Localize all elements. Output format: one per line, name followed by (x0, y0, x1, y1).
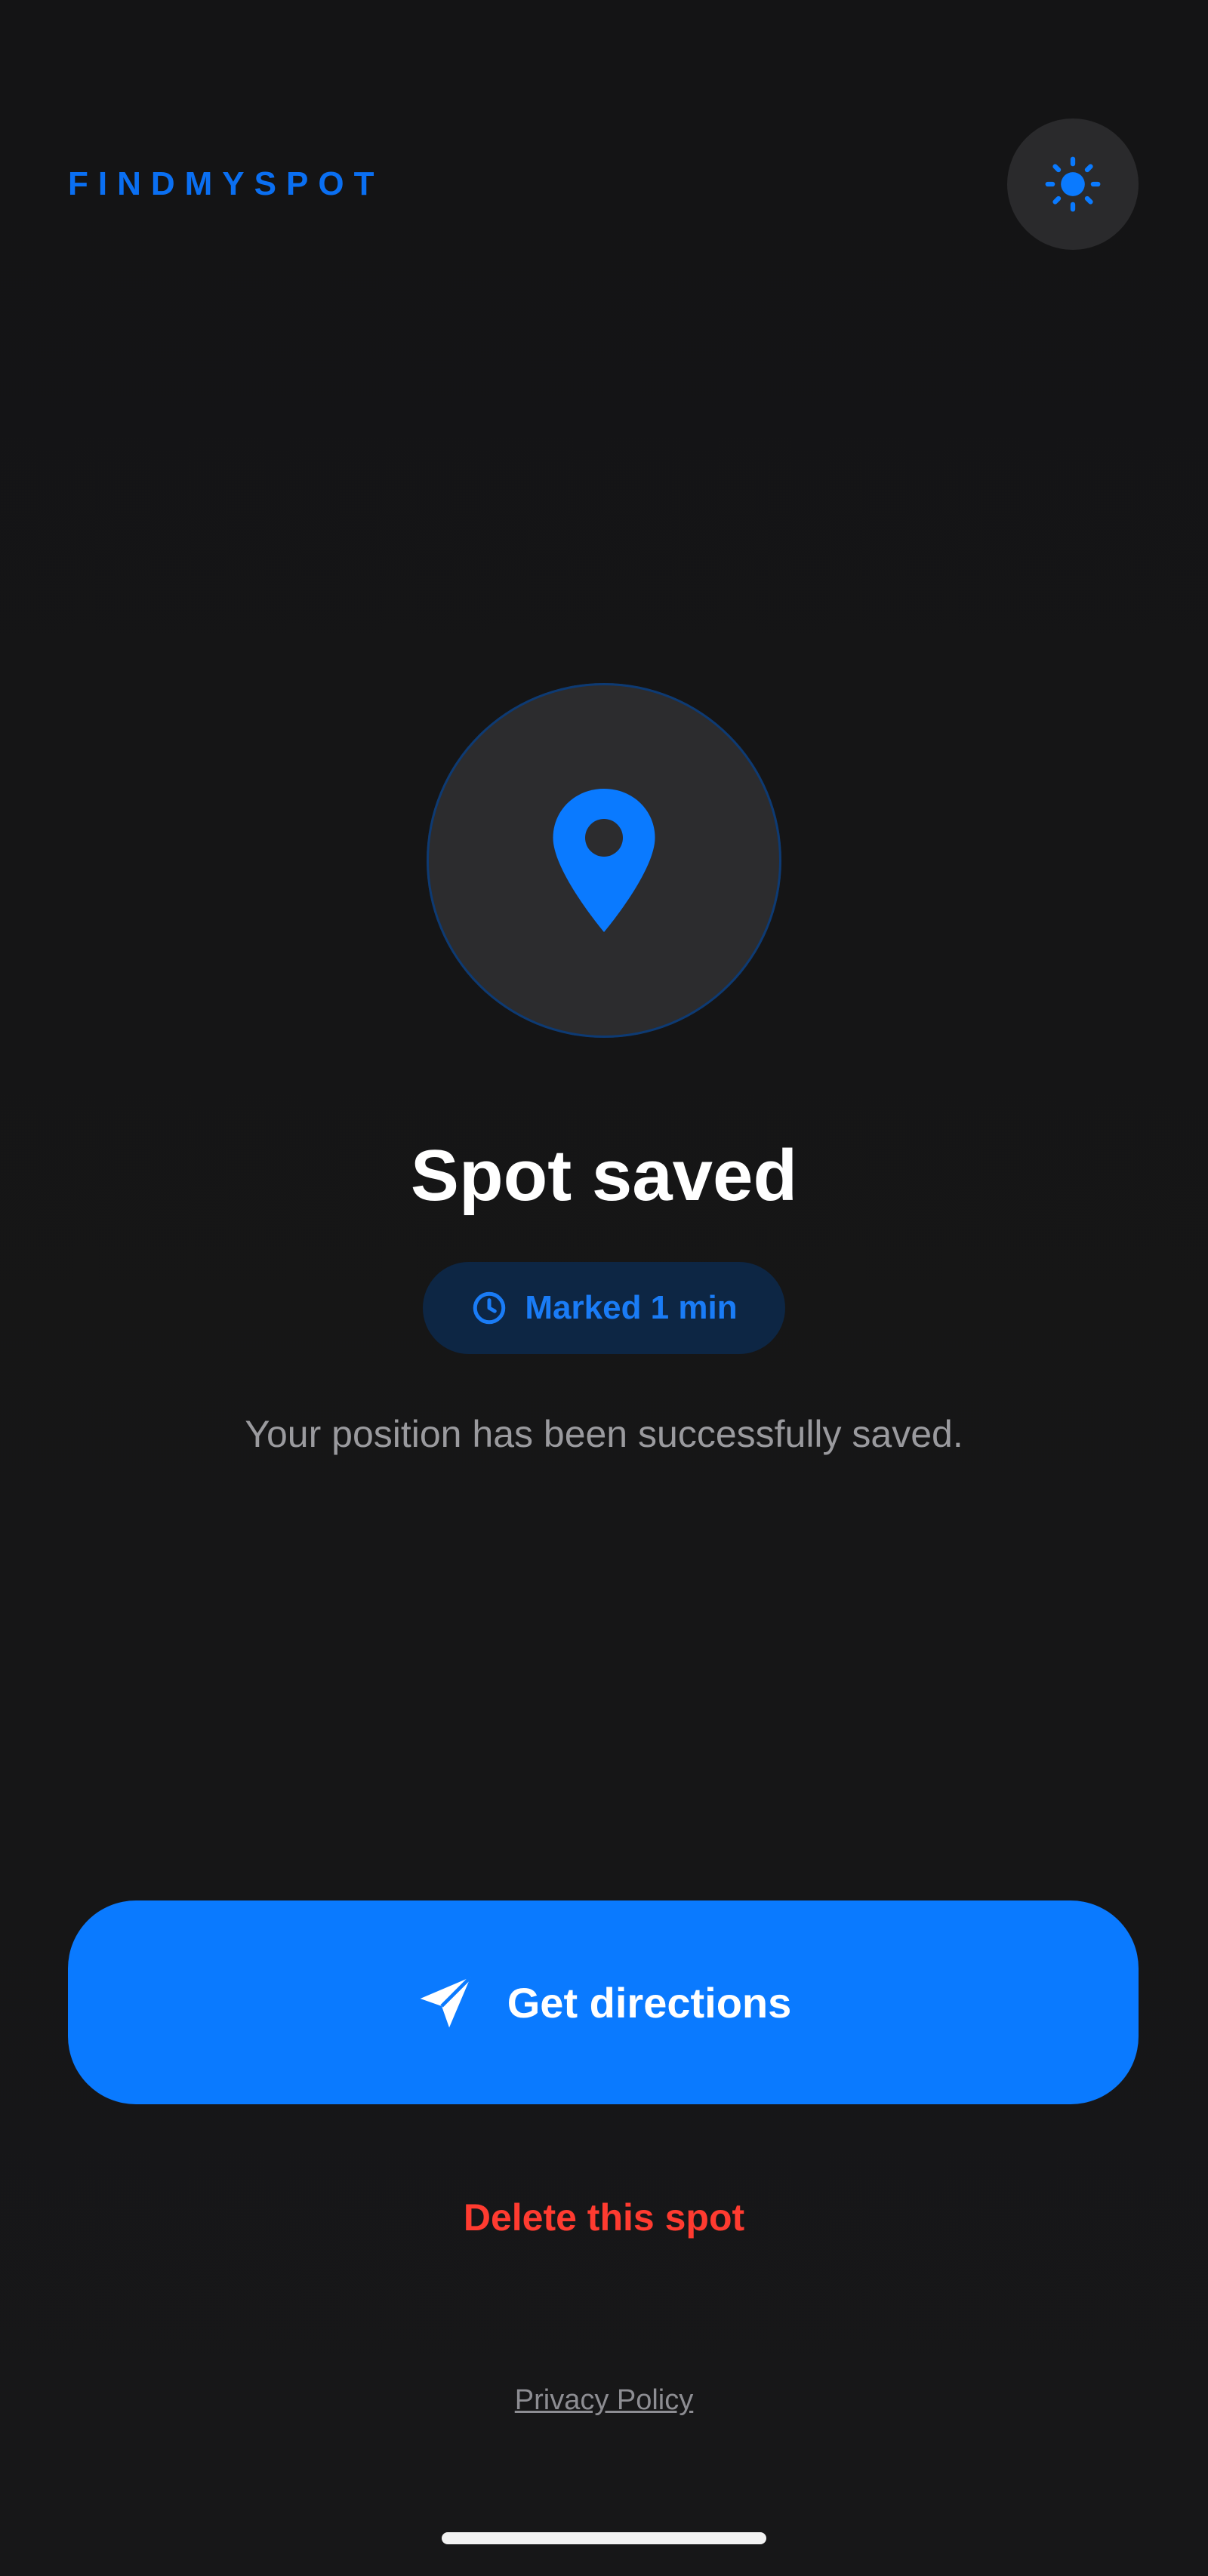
status-message: Your position has been successfully save… (245, 1413, 963, 1455)
page-title: Spot saved (410, 1135, 798, 1216)
sun-icon (1045, 156, 1101, 212)
home-indicator[interactable] (442, 2532, 766, 2544)
location-pin-icon (553, 789, 655, 932)
delete-spot-button[interactable]: Delete this spot (0, 2193, 1208, 2242)
theme-toggle-button[interactable] (1007, 118, 1139, 250)
privacy-policy-link[interactable]: Privacy Policy (0, 2382, 1208, 2418)
app-screen: FINDMYSPOT Spot saved Marked 1 min Your … (0, 0, 1208, 2576)
get-directions-button[interactable]: Get directions (68, 1900, 1139, 2104)
navigation-arrow-icon (420, 1976, 472, 2028)
get-directions-label: Get directions (507, 1978, 792, 2027)
brand-logo: FINDMYSPOT (68, 165, 384, 202)
time-badge-label: Marked 1 min (525, 1289, 738, 1326)
time-badge: Marked 1 min (423, 1262, 785, 1354)
clock-icon (473, 1291, 506, 1325)
saved-spot-indicator (427, 683, 781, 1038)
